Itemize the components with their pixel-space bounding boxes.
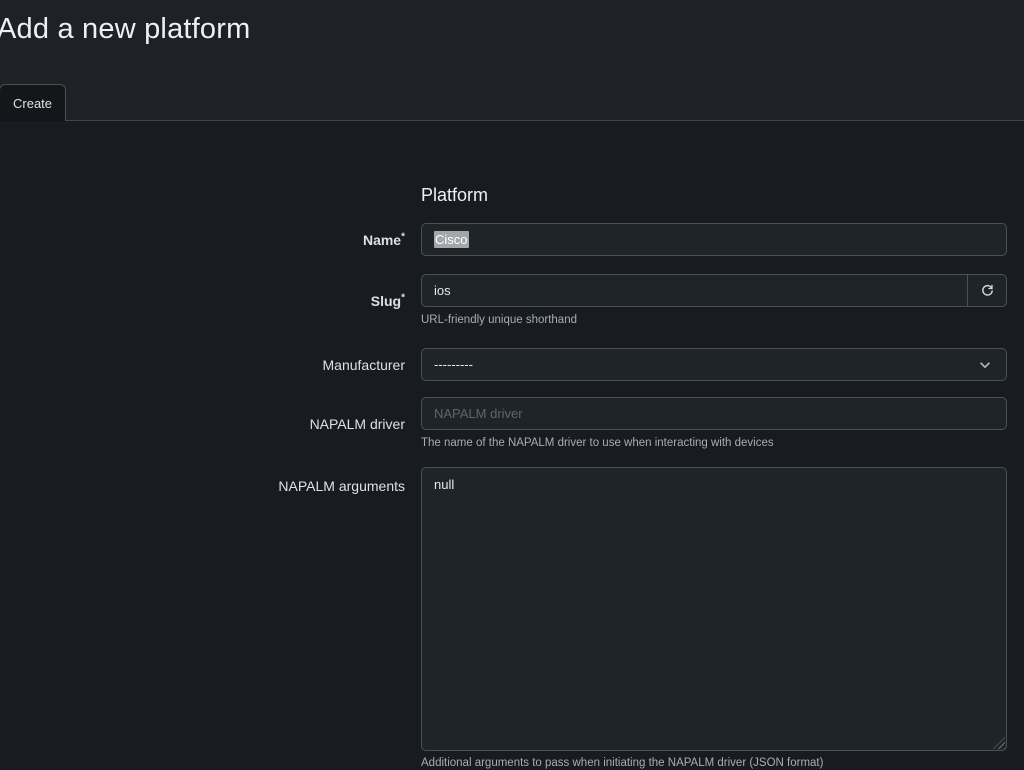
manufacturer-label: Manufacturer [0,357,405,373]
napalm-driver-input[interactable] [421,397,1007,430]
napalm-arguments-help-text: Additional arguments to pass when initia… [421,756,1007,770]
slug-regenerate-button[interactable] [967,274,1007,307]
slug-label: Slug* [0,293,405,309]
tab-create-label: Create [13,96,52,111]
refresh-icon [980,283,995,298]
page-header: Add a new platform Create [0,0,1024,121]
manufacturer-select[interactable]: --------- [421,348,1007,381]
napalm-arguments-textarea[interactable]: null [421,467,1007,751]
napalm-driver-help-text: The name of the NAPALM driver to use whe… [421,436,1007,450]
napalm-driver-label: NAPALM driver [0,416,405,432]
form-row-manufacturer: Manufacturer --------- [0,348,1024,381]
manufacturer-selected-option: --------- [434,357,473,372]
slug-help-text: URL-friendly unique shorthand [421,313,1007,327]
slug-input[interactable] [421,274,968,307]
form-row-slug: Slug* URL-friendly unique shorthand [0,274,1024,327]
required-marker: * [401,231,405,242]
chevron-down-icon [978,358,992,372]
form-section-heading: Platform [421,185,1024,206]
form-row-name: Name* Cisco [0,223,1024,256]
required-marker: * [401,292,405,303]
platform-form: Platform Name* Cisco Slug* [0,185,1024,770]
name-input-selected-value: Cisco [434,231,469,248]
form-row-napalm-arguments: NAPALM arguments null Additional argumen… [0,467,1024,770]
tab-create[interactable]: Create [0,84,66,121]
page-title: Add a new platform [0,13,250,46]
form-row-napalm-driver: NAPALM driver The name of the NAPALM dri… [0,397,1024,450]
name-label: Name* [0,232,405,248]
tab-bar: Create [0,84,66,121]
napalm-arguments-label: NAPALM arguments [0,467,405,494]
name-input[interactable]: Cisco [421,223,1007,256]
